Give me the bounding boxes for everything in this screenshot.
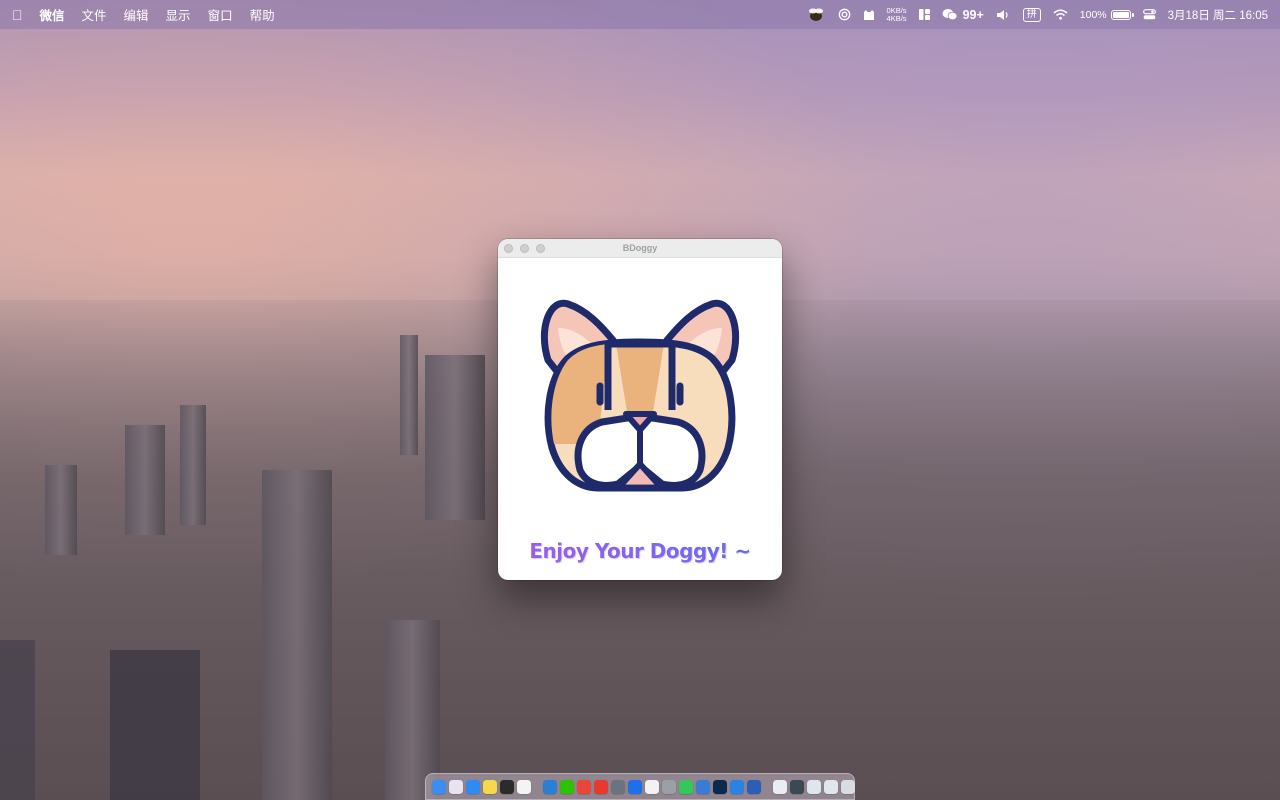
launchpad-icon[interactable] (449, 779, 463, 794)
battery-percent: 100% (1079, 8, 1107, 21)
target-status-icon[interactable] (838, 8, 851, 21)
app-gray-icon[interactable] (611, 779, 625, 794)
battery-status[interactable]: 100% (1079, 8, 1134, 21)
folder-icon[interactable] (773, 779, 787, 794)
bee-status-icon[interactable] (806, 6, 826, 24)
wechat-badge: 99+ (962, 7, 984, 22)
wallpaper-tower (0, 640, 35, 800)
screen-icon[interactable] (790, 779, 804, 794)
wallpaper-tower (125, 425, 165, 535)
window-icon[interactable] (807, 779, 821, 794)
terminal-icon[interactable] (500, 779, 514, 794)
cat-status-icon[interactable] (863, 9, 875, 21)
wallpaper-tower (45, 465, 77, 555)
menu-bar:  微信 文件 编辑 显示 窗口 帮助 0KB/s 4KB/s 99+ (0, 0, 1280, 29)
menu-clock[interactable]: 3月18日 周二 16:05 (1168, 7, 1268, 23)
wechat-icon[interactable] (560, 779, 574, 794)
settings-icon[interactable] (662, 779, 676, 794)
tagline: Enjoy Your Doggy! ~ (498, 539, 782, 563)
messages-icon[interactable] (679, 779, 693, 794)
window-titlebar[interactable]: BDoggy (498, 239, 782, 258)
app-blue-icon[interactable] (628, 779, 642, 794)
window2-icon[interactable] (824, 779, 838, 794)
photoshop-icon[interactable] (713, 779, 727, 794)
trash-icon[interactable] (841, 779, 855, 794)
french-bulldog-icon (541, 299, 739, 492)
menu-app-name[interactable]: 微信 (40, 5, 65, 24)
finder-icon[interactable] (432, 779, 446, 794)
safari-icon[interactable] (466, 779, 480, 794)
word-icon[interactable] (747, 779, 761, 794)
wechat-status[interactable]: 99+ (942, 8, 984, 22)
battery-icon (1110, 9, 1134, 20)
menu-bar-right: 0KB/s 4KB/s 99+ 拼 100% 3月18日 周二 16:05 (794, 6, 1268, 24)
wallpaper-tower (425, 355, 485, 520)
menu-help[interactable]: 帮助 (250, 5, 275, 24)
menu-file[interactable]: 文件 (82, 5, 107, 24)
notion-icon[interactable] (517, 779, 531, 794)
vscode-icon[interactable] (543, 779, 557, 794)
network-speed[interactable]: 0KB/s 4KB/s (886, 6, 907, 23)
layout-status-icon[interactable] (918, 9, 930, 20)
notes-icon[interactable] (483, 779, 497, 794)
wallpaper-tower (110, 650, 200, 800)
input-method[interactable]: 拼 (1022, 7, 1041, 22)
volume-icon[interactable] (996, 9, 1011, 21)
control-center-icon[interactable] (1142, 9, 1156, 20)
net-download: 4KB/s (886, 13, 907, 23)
app-blue2-icon[interactable] (730, 779, 744, 794)
menu-edit[interactable]: 编辑 (124, 5, 149, 24)
apple-icon[interactable]:  (12, 7, 23, 23)
bdoggy-window: BDoggy Enjoy Your Doggy! ~ (498, 239, 782, 580)
wallpaper-tower (400, 335, 418, 455)
menu-bar-left:  微信 文件 编辑 显示 窗口 帮助 (12, 5, 292, 24)
app-white-icon[interactable] (645, 779, 659, 794)
wallpaper-tower (180, 405, 206, 525)
xcode-icon[interactable] (696, 779, 710, 794)
menu-view[interactable]: 显示 (166, 5, 191, 24)
wechat-icon (942, 9, 957, 21)
menu-window[interactable]: 窗口 (208, 5, 233, 24)
app-red-icon[interactable] (594, 779, 608, 794)
chrome-icon[interactable] (577, 779, 591, 794)
wallpaper-tower (262, 470, 332, 800)
window-title: BDoggy (622, 243, 658, 253)
wifi-icon[interactable] (1053, 9, 1068, 20)
dock (425, 773, 855, 800)
